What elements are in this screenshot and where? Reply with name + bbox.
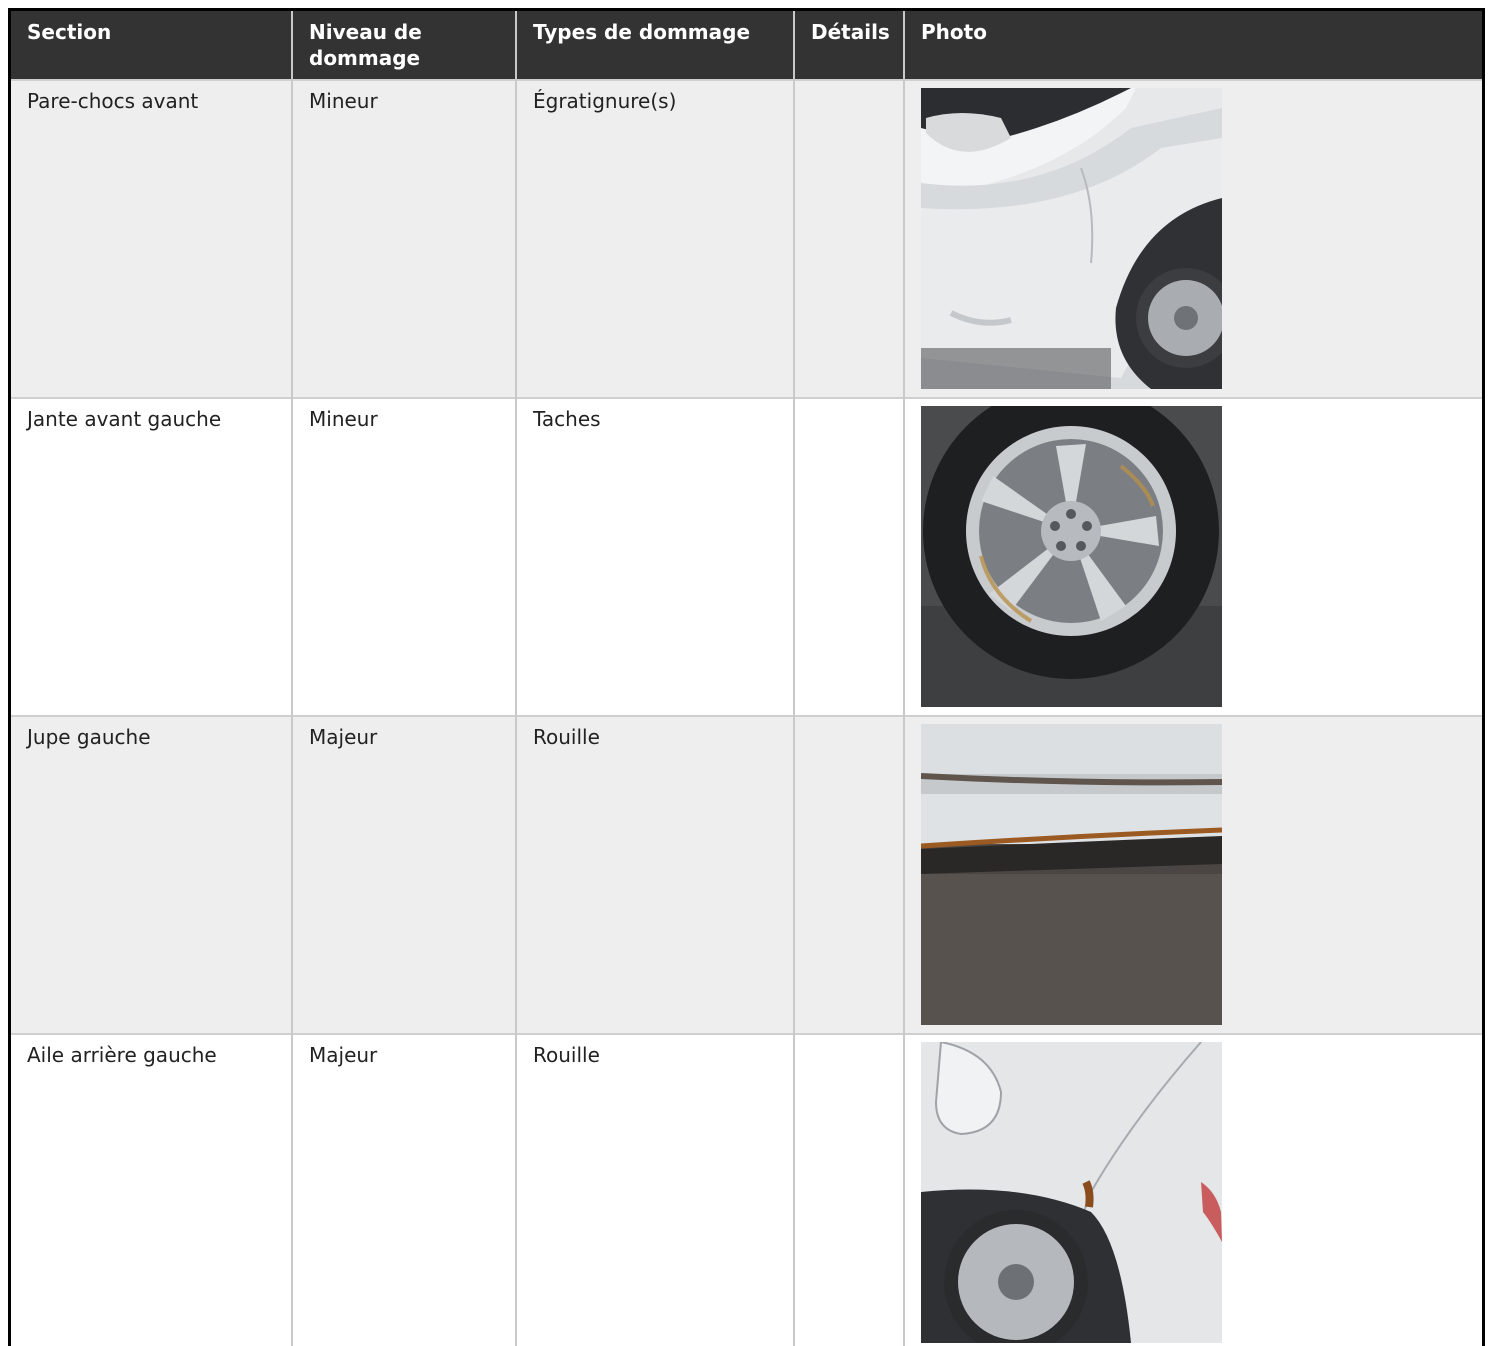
table-row: Pare-chocs avant Mineur Égratignure(s) <box>11 79 1482 398</box>
header-photo: Photo <box>904 11 1482 80</box>
table-header-row: Section Niveau de dommage Types de domma… <box>11 11 1482 80</box>
cell-section: Jante avant gauche <box>11 397 293 716</box>
rear-left-fender-photo[interactable] <box>921 1042 1222 1343</box>
table-row: Aile arrière gauche Majeur Rouille <box>11 1033 1482 1346</box>
table-row: Jupe gauche Majeur Rouille <box>11 715 1482 1034</box>
cell-photo <box>904 1033 1482 1346</box>
front-left-rim-photo[interactable] <box>921 406 1222 707</box>
cell-damage-level: Mineur <box>292 397 517 716</box>
header-details: Détails <box>794 11 905 80</box>
cell-photo <box>904 397 1482 716</box>
left-skirt-photo[interactable] <box>921 724 1222 1025</box>
header-section: Section <box>11 11 293 80</box>
cell-damage-level: Majeur <box>292 1033 517 1346</box>
cell-details <box>794 79 905 398</box>
cell-damage-types: Rouille <box>516 1033 795 1346</box>
cell-section: Pare-chocs avant <box>11 79 293 398</box>
cell-damage-level: Mineur <box>292 79 517 398</box>
damage-table: Section Niveau de dommage Types de domma… <box>11 11 1482 1346</box>
cell-details <box>794 1033 905 1346</box>
cell-damage-level: Majeur <box>292 715 517 1034</box>
cell-damage-types: Rouille <box>516 715 795 1034</box>
cell-photo <box>904 715 1482 1034</box>
cell-details <box>794 397 905 716</box>
cell-damage-types: Taches <box>516 397 795 716</box>
cell-photo <box>904 79 1482 398</box>
table-row: Jante avant gauche Mineur Taches <box>11 397 1482 716</box>
front-bumper-photo[interactable] <box>921 88 1222 389</box>
header-damage-types: Types de dommage <box>516 11 795 80</box>
cell-details <box>794 715 905 1034</box>
header-damage-level: Niveau de dommage <box>292 11 517 80</box>
damage-report-frame: Section Niveau de dommage Types de domma… <box>8 8 1485 1346</box>
cell-section: Aile arrière gauche <box>11 1033 293 1346</box>
cell-damage-types: Égratignure(s) <box>516 79 795 398</box>
cell-section: Jupe gauche <box>11 715 293 1034</box>
